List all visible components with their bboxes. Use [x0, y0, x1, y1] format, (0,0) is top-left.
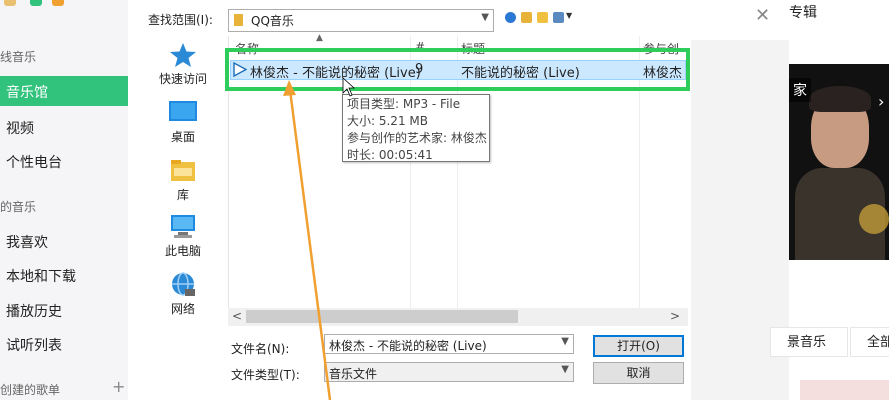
chevron-down-icon: ▼: [481, 12, 489, 23]
logo-icon: [30, 0, 42, 6]
place-label: 此电脑: [164, 244, 201, 258]
chevron-right-icon[interactable]: ›: [878, 92, 884, 111]
dialog-toolbar: ▼: [505, 10, 575, 26]
tooltip-type: 项目类型: MP3 - File: [347, 97, 461, 111]
up-folder-icon[interactable]: [521, 12, 532, 23]
thumbnail-image[interactable]: [800, 380, 889, 400]
category-pill-label: 全部: [867, 335, 889, 350]
filetype-dropdown[interactable]: 音乐文件 ▼: [324, 362, 574, 382]
place-label: 库: [176, 188, 189, 202]
category-pill-all[interactable]: 全部: [850, 327, 889, 357]
place-this-pc[interactable]: 此电脑: [140, 214, 226, 259]
scroll-left-icon[interactable]: <: [232, 309, 242, 323]
filetype-label: 文件类型(T):: [231, 368, 300, 382]
place-library[interactable]: 库: [140, 158, 226, 203]
place-label: 快速访问: [158, 72, 207, 86]
sidebar-item-label: 音乐馆: [6, 85, 48, 101]
annotation-highlight-box: [225, 48, 690, 91]
computer-icon: [169, 214, 197, 238]
category-pill[interactable]: 景音乐: [770, 327, 848, 357]
close-icon[interactable]: ✕: [755, 5, 770, 26]
logo-icon: [4, 0, 16, 6]
sidebar-item-local-downloads[interactable]: 本地和下载: [6, 266, 76, 286]
category-pill-label: 景音乐: [787, 335, 827, 350]
file-info-tooltip: 项目类型: MP3 - File 大小: 5.21 MB 参与创作的艺术家: 林…: [342, 94, 490, 162]
filename-label: 文件名(N):: [231, 342, 290, 356]
library-icon: [169, 158, 197, 182]
sort-ascending-icon: ▲: [316, 33, 323, 43]
scroll-right-icon[interactable]: >: [670, 309, 680, 323]
sidebar-item-history[interactable]: 播放历史: [6, 301, 62, 321]
open-button[interactable]: 打开(O): [593, 335, 684, 357]
logo-icon: [52, 0, 64, 6]
places-bar: 快速访问 桌面 库 此电脑 网络: [140, 36, 226, 326]
tooltip-size: 大小: 5.21 MB: [347, 114, 428, 128]
photo-ornament: [859, 204, 889, 234]
back-icon[interactable]: [505, 12, 516, 23]
place-network[interactable]: 网络: [140, 272, 226, 317]
lookin-value: QQ音乐: [251, 14, 294, 28]
app-logo-icons: [0, 0, 70, 8]
new-folder-icon[interactable]: [537, 12, 548, 23]
tooltip-duration: 时长: 00:05:41: [347, 148, 433, 162]
lookin-label: 查找范围(I):: [148, 13, 213, 27]
photo-hair: [809, 86, 871, 112]
filename-field[interactable]: 林俊杰 - 不能说的秘密 (Live) ▼: [324, 334, 574, 354]
scrollbar-thumb[interactable]: [246, 310, 518, 323]
folder-icon: [234, 14, 243, 26]
sidebar-item-liked[interactable]: 我喜欢: [6, 232, 48, 252]
cancel-button[interactable]: 取消: [593, 362, 684, 384]
photo-tag: 家: [789, 78, 811, 102]
add-playlist-icon[interactable]: +: [112, 377, 125, 396]
sidebar-section-created: 创建的歌单: [0, 383, 61, 397]
sidebar-item-music-hall[interactable]: 音乐馆: [0, 76, 128, 106]
sidebar-item-trial-list[interactable]: 试听列表: [6, 335, 62, 355]
sidebar-item-video[interactable]: 视频: [6, 118, 34, 138]
filetype-value: 音乐文件: [329, 367, 378, 381]
star-icon: [169, 42, 197, 67]
horizontal-scrollbar[interactable]: < >: [228, 308, 688, 326]
sidebar-section-mine: 的音乐: [0, 200, 37, 214]
sidebar-item-radio[interactable]: 个性电台: [6, 152, 62, 172]
tooltip-artist: 参与创作的艺术家: 林俊杰: [347, 131, 487, 145]
place-desktop[interactable]: 桌面: [140, 100, 226, 145]
app-sidebar: 线音乐 音乐馆 视频 个性电台 的音乐 我喜欢 本地和下载 播放历史 试听列表 …: [0, 0, 128, 400]
sidebar-section-online: 线音乐: [0, 50, 37, 64]
chevron-down-icon[interactable]: ▼: [561, 336, 569, 347]
lookin-dropdown[interactable]: QQ音乐 ▼: [228, 9, 494, 32]
place-label: 网络: [170, 302, 195, 316]
desktop-icon: [169, 100, 197, 124]
chevron-down-icon: ▼: [561, 364, 569, 375]
filename-value: 林俊杰 - 不能说的秘密 (Live): [329, 339, 487, 353]
place-label: 桌面: [170, 130, 195, 144]
network-globe-icon: [169, 272, 197, 296]
view-menu-icon[interactable]: [553, 12, 564, 23]
tab-album[interactable]: 专辑: [789, 2, 817, 22]
chevron-down-icon[interactable]: ▼: [566, 11, 572, 20]
place-quick-access[interactable]: 快速访问: [140, 42, 226, 87]
